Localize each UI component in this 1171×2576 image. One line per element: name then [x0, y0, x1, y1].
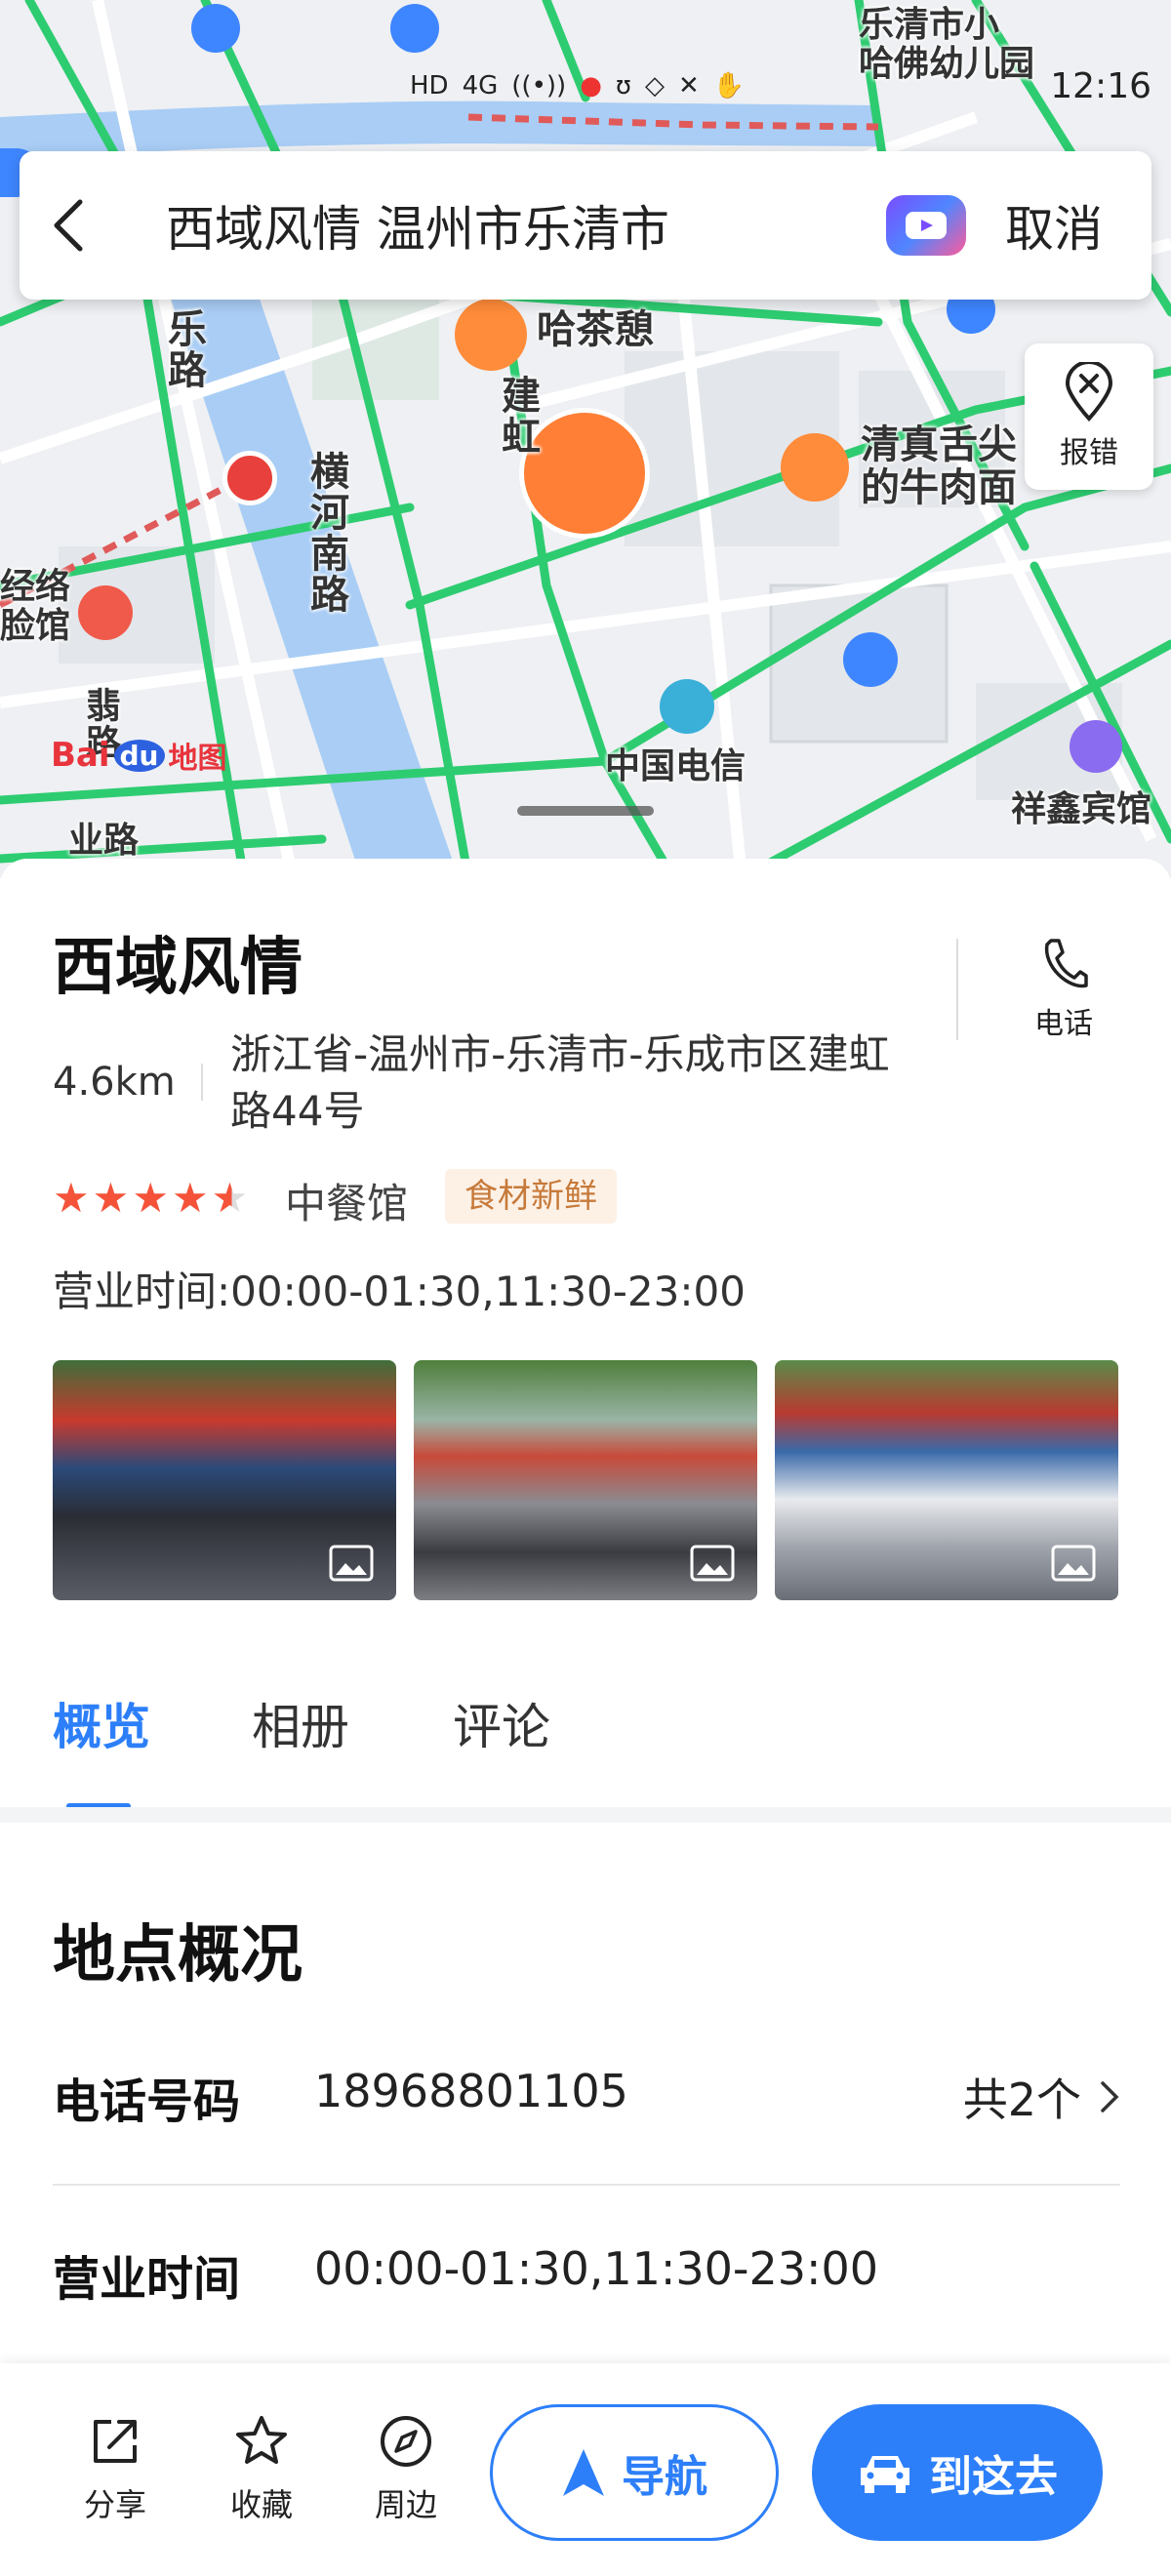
- call-button[interactable]: 电话: [1015, 937, 1112, 1042]
- star-icon: ★: [53, 1174, 90, 1222]
- tab-overview[interactable]: 概览: [53, 1688, 150, 1758]
- hours-label: 营业时间: [53, 2252, 241, 2307]
- map-label-halal[interactable]: 清真舌尖 的牛肉面: [861, 423, 1036, 509]
- call-label: 电话: [1034, 1007, 1093, 1041]
- hand-icon: ✋: [712, 71, 746, 101]
- category: 中餐馆: [285, 1180, 409, 1228]
- map-view[interactable]: 乐清市小 哈佛幼儿园 哈茶憩 清真舌尖 的牛肉面 中国电信 祥鑫宾馆 横河南路 …: [0, 0, 1171, 878]
- report-error-label: 报错: [1060, 436, 1118, 470]
- place-photo[interactable]: [414, 1360, 757, 1600]
- wifi-icon: ((•)): [511, 71, 567, 101]
- share-button[interactable]: 分享: [57, 2412, 174, 2525]
- video-icon[interactable]: [886, 195, 966, 256]
- compass-icon: [381, 2416, 431, 2467]
- detail-tabs: 概览 相册 评论: [0, 1678, 1171, 1809]
- half-star-icon: ★: [211, 1174, 249, 1222]
- chevron-right-icon: [1101, 2081, 1119, 2113]
- chevron-left-icon: [54, 199, 83, 252]
- image-icon: [329, 1545, 374, 1582]
- hours-row: 营业时间 00:00-01:30,11:30-23:00: [53, 2217, 1120, 2324]
- phone-icon: [1044, 939, 1088, 988]
- bus-stop-icon[interactable]: [843, 632, 898, 687]
- phone-count: 共2个: [962, 2073, 1081, 2126]
- tab-album[interactable]: 相册: [252, 1688, 349, 1758]
- hours-value: 00:00-01:30,11:30-23:00: [314, 2242, 879, 2295]
- report-error-button[interactable]: 报错: [1025, 343, 1153, 490]
- map-label-hotel[interactable]: 祥鑫宾馆: [1011, 790, 1151, 829]
- phone-number[interactable]: 18968801105: [314, 2065, 628, 2117]
- phone-count-link[interactable]: 共2个: [963, 2065, 1120, 2129]
- map-label-telecom[interactable]: 中国电信: [605, 747, 746, 786]
- address[interactable]: 浙江省-温州市-乐清市-乐成市区建虹路44号: [230, 1026, 894, 1140]
- telecom-icon[interactable]: [660, 679, 714, 734]
- search-query[interactable]: 西域风情 温州市乐清市: [166, 190, 886, 261]
- status-time: 12:16: [1050, 65, 1151, 106]
- bus-stop-icon[interactable]: [390, 4, 439, 53]
- baidu-map-logo: Bai du 地图: [51, 736, 227, 776]
- back-button[interactable]: [20, 151, 117, 300]
- divider: [201, 1064, 203, 1101]
- map-label-jian-road: 建虹: [495, 375, 540, 457]
- go-here-label: 到这去: [929, 2452, 1058, 2502]
- map-label-jingluo: 经络 脸馆: [0, 567, 71, 646]
- bottom-action-bar: 分享 收藏 周边 导航 到这去: [0, 2363, 1171, 2576]
- nearby-button[interactable]: 周边: [347, 2412, 464, 2525]
- hd-icon: HD: [410, 71, 449, 101]
- nearby-label: 周边: [374, 2486, 437, 2523]
- navigation-arrow-icon: [563, 2449, 604, 2496]
- map-label-ye-road: 业路: [68, 821, 140, 861]
- favorite-label: 收藏: [229, 2486, 293, 2523]
- image-icon: [1051, 1545, 1096, 1582]
- phone-label: 电话号码: [53, 2074, 241, 2129]
- image-icon: [690, 1545, 735, 1582]
- alipay-icon: ◇: [644, 71, 665, 101]
- star-icon: ★: [92, 1174, 130, 1222]
- opening-hours: 营业时间:00:00-01:30,11:30-23:00: [53, 1268, 746, 1315]
- share-label: 分享: [83, 2486, 146, 2523]
- restaurant-icon[interactable]: [781, 433, 849, 502]
- mic-icon: ●: [580, 71, 602, 101]
- place-photo[interactable]: [53, 1360, 396, 1600]
- tab-reviews[interactable]: 评论: [453, 1688, 550, 1758]
- nfc-icon: ʊ: [615, 71, 631, 101]
- map-label-tea-house[interactable]: 哈茶憩: [537, 308, 654, 351]
- signal-4g-icon: 4G: [462, 71, 499, 101]
- star-icon: ★: [171, 1174, 209, 1222]
- place-photo[interactable]: [775, 1360, 1118, 1600]
- sheet-drag-handle[interactable]: [517, 806, 654, 816]
- go-here-button[interactable]: 到这去: [812, 2404, 1103, 2541]
- restaurant-icon[interactable]: [455, 299, 527, 371]
- app-icon: ✕: [677, 71, 700, 101]
- hotel-icon[interactable]: [1070, 720, 1122, 773]
- status-bar: HD 4G ((•)) ● ʊ ◇ ✕ ✋ 12:16: [410, 62, 1151, 109]
- distance: 4.6km: [53, 1060, 176, 1105]
- star-outline-icon: [236, 2416, 287, 2464]
- location-error-icon: [1065, 362, 1113, 422]
- map-label-le-road: 乐路: [161, 308, 206, 390]
- cancel-button[interactable]: 取消: [1005, 190, 1103, 261]
- no-entry-icon: [222, 451, 277, 505]
- divider: [53, 2184, 1120, 2186]
- navigate-label: 导航: [622, 2452, 707, 2502]
- section-separator: [0, 1807, 1171, 1823]
- share-icon: [94, 2420, 137, 2463]
- bus-stop-icon[interactable]: [191, 4, 240, 53]
- feature-tag: 食材新鲜: [445, 1169, 617, 1224]
- search-bar[interactable]: 西域风情 温州市乐清市 取消: [20, 151, 1151, 300]
- clinic-icon[interactable]: [78, 585, 133, 640]
- place-name: 西域风情: [53, 932, 303, 1004]
- star-icon: ★: [132, 1174, 169, 1222]
- rating-stars: ★ ★ ★ ★ ★: [53, 1177, 248, 1220]
- map-label-hengyang-road: 横河南路: [303, 451, 348, 615]
- favorite-button[interactable]: 收藏: [203, 2412, 320, 2525]
- overview-title: 地点概况: [53, 1919, 303, 1992]
- car-icon: [861, 2456, 909, 2493]
- divider: [956, 939, 958, 1040]
- navigate-button[interactable]: 导航: [490, 2404, 779, 2541]
- phone-row[interactable]: 电话号码 18968801105 共2个: [53, 2039, 1120, 2147]
